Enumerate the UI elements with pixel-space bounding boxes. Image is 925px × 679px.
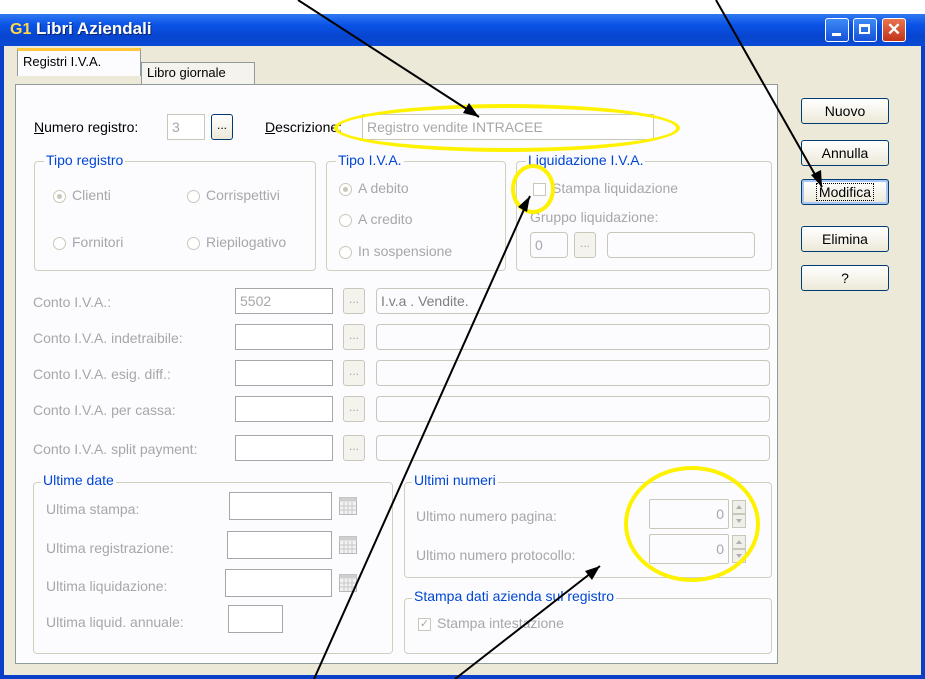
- arrow-to-modifica: [715, 0, 823, 188]
- arrow-to-numeri: [454, 565, 601, 679]
- tab-registri-iva[interactable]: Registri I.V.A.: [17, 48, 141, 76]
- arrowhead-numeri: [585, 566, 600, 580]
- arrow-to-descrizione: [297, 0, 480, 118]
- annotation-arrows: [297, 0, 823, 679]
- arrowhead-modifica: [811, 170, 822, 187]
- arrowhead-checkbox: [518, 196, 530, 212]
- arrowhead-descrizione: [463, 103, 479, 117]
- arrow-to-checkbox: [313, 195, 531, 679]
